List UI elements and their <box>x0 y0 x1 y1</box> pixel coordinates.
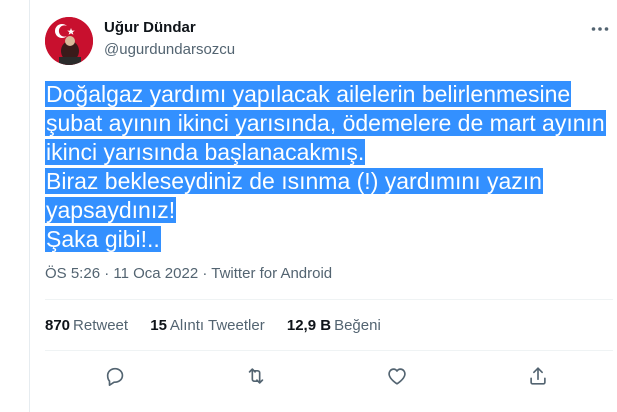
retweet-icon <box>248 368 264 384</box>
tweet-line: Doğalgaz yardımı yapılacak ailelerin bel… <box>45 81 572 107</box>
retweet-button[interactable] <box>245 365 267 387</box>
tweet-line: ikinci yarısında başlanacakmış. <box>45 139 366 165</box>
author-name[interactable]: Uğur Dündar <box>104 19 196 36</box>
tweet-stats: 870 Retweet 15 Alıntı Tweetler 12,9 B Beğen… <box>45 317 399 334</box>
divider <box>45 350 613 351</box>
tweet-detail: Uğur Dündar @ugurdundarsozcu Doğalgaz ya… <box>0 0 617 412</box>
quote-tweet-count[interactable]: 15 Alıntı Tweetler <box>150 317 264 334</box>
turkish-flag-avatar-icon <box>45 17 93 65</box>
author-handle[interactable]: @ugurdundarsozcu <box>104 41 235 58</box>
share-icon <box>530 367 546 385</box>
like-button[interactable] <box>386 365 408 387</box>
tweet-meta: ÖS 5:26 · 11 Oca 2022 · Twitter for Andr… <box>45 265 332 282</box>
more-horizontal-icon <box>591 27 609 31</box>
tweet-text: Doğalgaz yardımı yapılacak ailelerin bel… <box>45 80 615 254</box>
like-count[interactable]: 12,9 B Beğeni <box>287 317 381 334</box>
tweet-time[interactable]: ÖS 5:26 <box>45 265 100 282</box>
divider <box>45 299 613 300</box>
meta-separator: · <box>104 265 110 282</box>
timeline-border <box>29 0 30 412</box>
tweet-source[interactable]: Twitter for Android <box>211 265 332 282</box>
tweet-date[interactable]: 11 Oca 2022 <box>113 265 198 282</box>
tweet-line: Biraz bekleseydiniz de ısınma (!) yardım… <box>45 168 543 194</box>
heart-icon <box>388 368 406 385</box>
more-options-button[interactable] <box>588 17 612 41</box>
reply-button[interactable] <box>104 365 126 387</box>
meta-separator: · <box>202 265 208 282</box>
share-button[interactable] <box>527 365 549 387</box>
reply-icon <box>106 367 124 386</box>
avatar[interactable] <box>45 17 93 65</box>
tweet-line: Şaka gibi!.. <box>45 226 161 252</box>
tweet-line: yapsaydınız! <box>45 197 177 223</box>
tweet-line: şubat ayının ikinci yarısında, ödemelere… <box>45 110 606 136</box>
retweet-count[interactable]: 870 Retweet <box>45 317 128 334</box>
